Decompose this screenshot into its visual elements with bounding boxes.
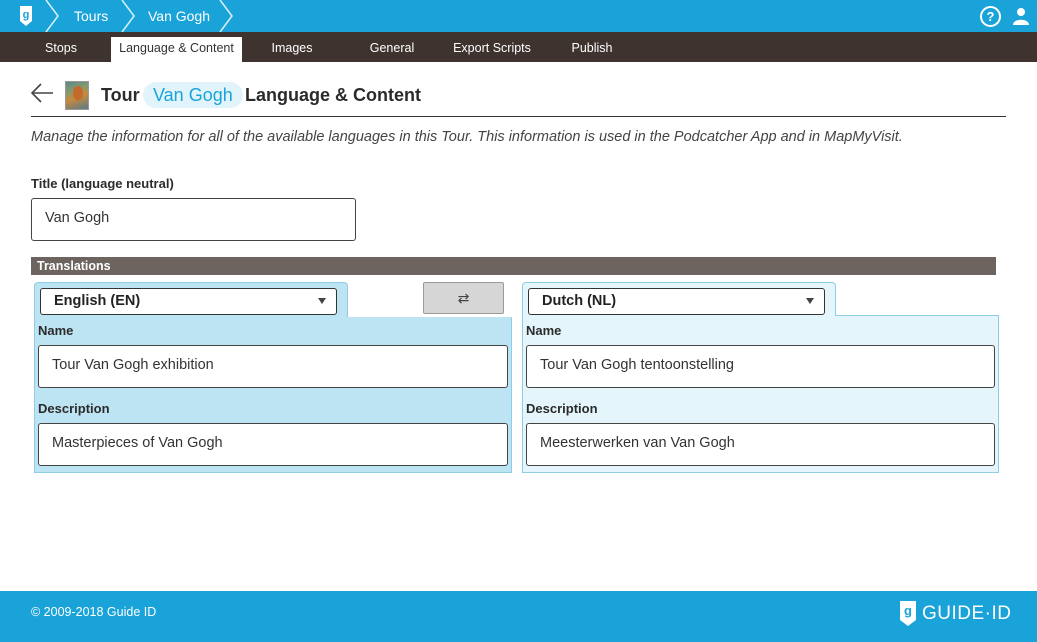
chevron-down-icon (318, 298, 326, 304)
chevron-down-icon (806, 298, 814, 304)
left-description-input[interactable]: Masterpieces of Van Gogh (38, 423, 508, 466)
right-name-input[interactable]: Tour Van Gogh tentoonstelling (526, 345, 995, 388)
left-name-label: Name (38, 323, 74, 338)
title-field-label: Title (language neutral) (31, 176, 174, 191)
tab-general[interactable]: General (360, 37, 424, 62)
right-name-label: Name (526, 323, 562, 338)
left-name-input[interactable]: Tour Van Gogh exhibition (38, 345, 508, 388)
svg-text:g: g (23, 9, 30, 21)
tab-export-scripts[interactable]: Export Scripts (448, 37, 536, 62)
left-description-label: Description (38, 401, 110, 416)
right-description-input[interactable]: Meesterwerken van Van Gogh (526, 423, 995, 466)
intro-text: Manage the information for all of the av… (31, 129, 903, 145)
brand-name: GUIDE·ID (922, 603, 1012, 624)
copyright-text: © 2009-2018 Guide ID (31, 605, 157, 619)
guide-id-logo-icon[interactable]: g (14, 4, 38, 28)
svg-text:g: g (904, 603, 912, 618)
guide-id-brand-icon: g (900, 601, 916, 626)
breadcrumb-tours[interactable]: Tours (74, 0, 108, 32)
right-language-value: Dutch (NL) (542, 293, 617, 309)
tab-images[interactable]: Images (262, 37, 322, 62)
right-description-label: Description (526, 401, 598, 416)
swap-languages-button[interactable]: ⇄ (423, 282, 504, 314)
page-title-suffix: Language & Content (245, 85, 421, 105)
help-circle-icon[interactable]: ? (980, 6, 1001, 27)
user-icon[interactable] (1012, 7, 1030, 25)
left-language-value: English (EN) (54, 293, 141, 309)
footer: © 2009-2018 Guide ID g GUIDE·ID (0, 591, 1037, 642)
tour-name-pill: Van Gogh (143, 82, 243, 108)
arrow-left-icon[interactable] (30, 82, 54, 104)
tab-bar: Stops Language & Content Images General … (0, 32, 1037, 62)
left-language-select[interactable]: English (EN) (40, 288, 337, 315)
tour-thumbnail-image (65, 81, 89, 110)
breadcrumb-van-gogh[interactable]: Van Gogh (148, 0, 210, 32)
tab-language-content[interactable]: Language & Content (111, 37, 242, 62)
tab-stops[interactable]: Stops (30, 37, 92, 62)
top-bar: g Tours Van Gogh ? (0, 0, 1037, 32)
right-panel-top-border (835, 315, 999, 316)
swap-icon: ⇄ (457, 290, 470, 306)
title-input[interactable]: Van Gogh (31, 198, 356, 241)
breadcrumb-separator-icon (121, 0, 135, 32)
page-title-prefix: Tour (101, 85, 140, 105)
translations-heading: Translations (31, 257, 996, 275)
tab-publish[interactable]: Publish (562, 37, 622, 62)
breadcrumb-separator-icon (219, 0, 233, 32)
breadcrumb-separator-icon (45, 0, 59, 32)
right-language-select[interactable]: Dutch (NL) (528, 288, 825, 315)
header-divider (31, 116, 1006, 117)
